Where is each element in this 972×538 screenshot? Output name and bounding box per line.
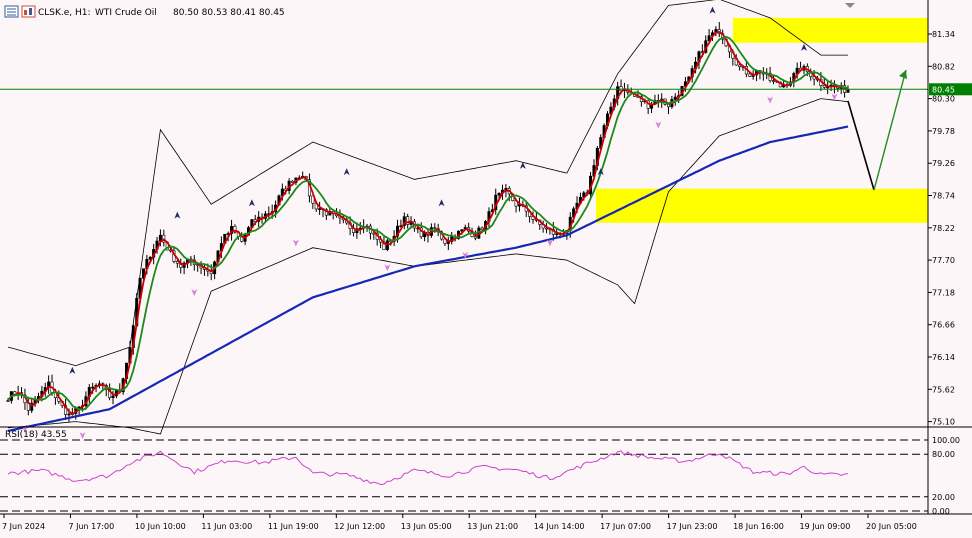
zone-rectangle [596, 188, 928, 223]
price-tick-label: 75.10 [932, 418, 955, 427]
chart-icon [21, 5, 36, 18]
candle-body [473, 236, 477, 239]
zone-rectangle [733, 17, 928, 43]
window-icon [4, 5, 19, 18]
symbol-description: WTI Crude Oil [95, 8, 157, 18]
price-tick-label: 78.74 [932, 192, 955, 201]
price-tick-label: 77.18 [932, 288, 955, 297]
candle-body [748, 73, 752, 77]
candle-body [433, 227, 437, 229]
candle-body [91, 386, 95, 389]
time-tick-label: 12 Jun 12:00 [334, 522, 385, 531]
rsi-level-label: 100.00 [932, 436, 960, 445]
time-tick-label: 18 Jun 16:00 [733, 522, 784, 531]
ohlc-values: 80.50 80.53 80.41 80.45 [173, 8, 285, 18]
time-tick-label: 7 Jun 2024 [2, 522, 45, 531]
time-tick-label: 11 Jun 03:00 [201, 522, 252, 531]
time-tick-label: 13 Jun 05:00 [401, 522, 452, 531]
time-tick-label: 19 Jun 09:00 [800, 522, 851, 531]
rsi-label: RSI(18) 43.55 [5, 430, 67, 440]
rsi-level-label: 0.00 [932, 507, 950, 516]
price-tick-label: 80.82 [932, 62, 955, 71]
chart-header: CLSK.e, H1: WTI Crude Oil 80.50 80.53 80… [4, 5, 285, 18]
time-tick-label: 17 Jun 07:00 [600, 522, 651, 531]
candle-body [111, 395, 115, 399]
candle-body [385, 240, 389, 250]
price-tick-label: 76.14 [932, 353, 955, 362]
candle-body [175, 261, 179, 264]
time-tick-label: 20 Jun 05:00 [866, 522, 917, 531]
price-tick-label: 78.22 [932, 224, 955, 233]
rsi-level-label: 20.00 [932, 493, 955, 502]
time-tick-label: 14 Jun 14:00 [534, 522, 585, 531]
time-tick-label: 7 Jun 17:00 [68, 522, 114, 531]
candle-body [497, 192, 501, 196]
candle-body [771, 80, 775, 82]
price-tick-label: 79.78 [932, 127, 955, 136]
candle-body [158, 234, 162, 242]
symbol-label: CLSK.e, H1: [38, 8, 91, 18]
current-price-label: 80.45 [932, 85, 955, 94]
candle-body [822, 85, 826, 88]
price-tick-label: 80.30 [932, 95, 955, 104]
price-tick-label: 77.70 [932, 256, 955, 265]
rsi-level-label: 80.00 [932, 450, 955, 459]
time-tick-label: 11 Jun 19:00 [268, 522, 319, 531]
time-tick-label: 17 Jun 23:00 [667, 522, 718, 531]
time-tick-label: 10 Jun 10:00 [135, 522, 186, 531]
price-tick-label: 79.26 [932, 159, 955, 168]
candle-body [318, 208, 322, 210]
price-tick-label: 75.62 [932, 385, 955, 394]
candle-body [846, 89, 850, 93]
candle-body [666, 103, 670, 108]
price-tick-label: 76.66 [932, 321, 955, 330]
candle-body [67, 413, 71, 416]
time-tick-label: 13 Jun 21:00 [467, 522, 518, 531]
price-tick-label: 81.34 [932, 30, 955, 39]
candle-body [738, 64, 742, 68]
price-chart[interactable]: CLSK.e, H1: WTI Crude Oil 80.50 80.53 80… [0, 0, 972, 538]
